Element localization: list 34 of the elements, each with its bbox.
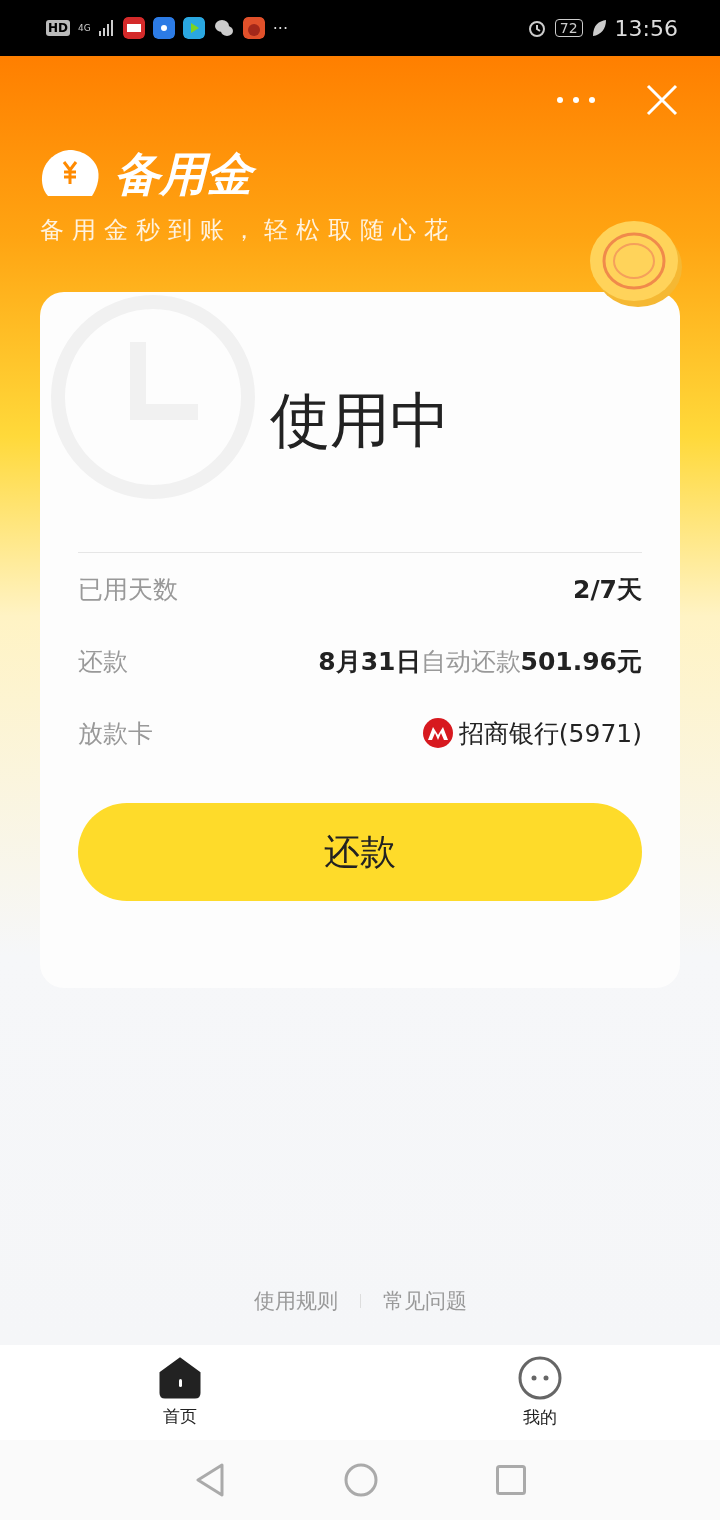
nav-tab[interactable]: 我的 xyxy=(360,1345,720,1440)
close-icon[interactable] xyxy=(646,84,678,116)
status-text: 使用中 xyxy=(270,384,450,457)
row-value: 8月31日自动还款501.96元 xyxy=(318,645,642,678)
smiley-icon xyxy=(518,1356,562,1400)
row-value: 2/7天 xyxy=(573,573,642,606)
hd-indicator: HD xyxy=(46,20,70,36)
repay-button[interactable]: 还款 xyxy=(78,803,642,901)
video-app-icon xyxy=(182,17,205,39)
wifi-app-icon xyxy=(152,17,175,39)
nav-tab[interactable]: 首页 xyxy=(0,1345,360,1440)
clock-time: 13:56 xyxy=(614,15,678,41)
recents-icon[interactable] xyxy=(496,1465,526,1495)
leaf-icon xyxy=(590,19,607,37)
chat-icon xyxy=(212,17,235,39)
alarm-icon xyxy=(526,18,547,38)
home-nav-icon[interactable] xyxy=(344,1463,378,1497)
slogan: 备用金秒到账，轻松取随心花 xyxy=(39,215,457,246)
bank-logo-icon xyxy=(422,718,453,748)
home-icon xyxy=(159,1357,201,1399)
app-icon xyxy=(242,17,265,39)
row-value: 招商银行(5971) xyxy=(458,717,642,750)
row-label: 放款卡 xyxy=(78,717,153,750)
more-notifications: ··· xyxy=(272,18,288,38)
wallet-icon xyxy=(40,150,100,198)
back-icon[interactable] xyxy=(194,1463,226,1497)
app-title: 备用金 xyxy=(114,142,262,206)
app-icon xyxy=(122,17,145,39)
signal-icon xyxy=(98,20,115,36)
row-label: 还款 xyxy=(78,645,128,678)
more-icon[interactable] xyxy=(556,96,596,104)
battery-level: 72 xyxy=(554,19,583,37)
network-type: 4G xyxy=(78,23,91,33)
row-label: 已用天数 xyxy=(78,573,178,606)
